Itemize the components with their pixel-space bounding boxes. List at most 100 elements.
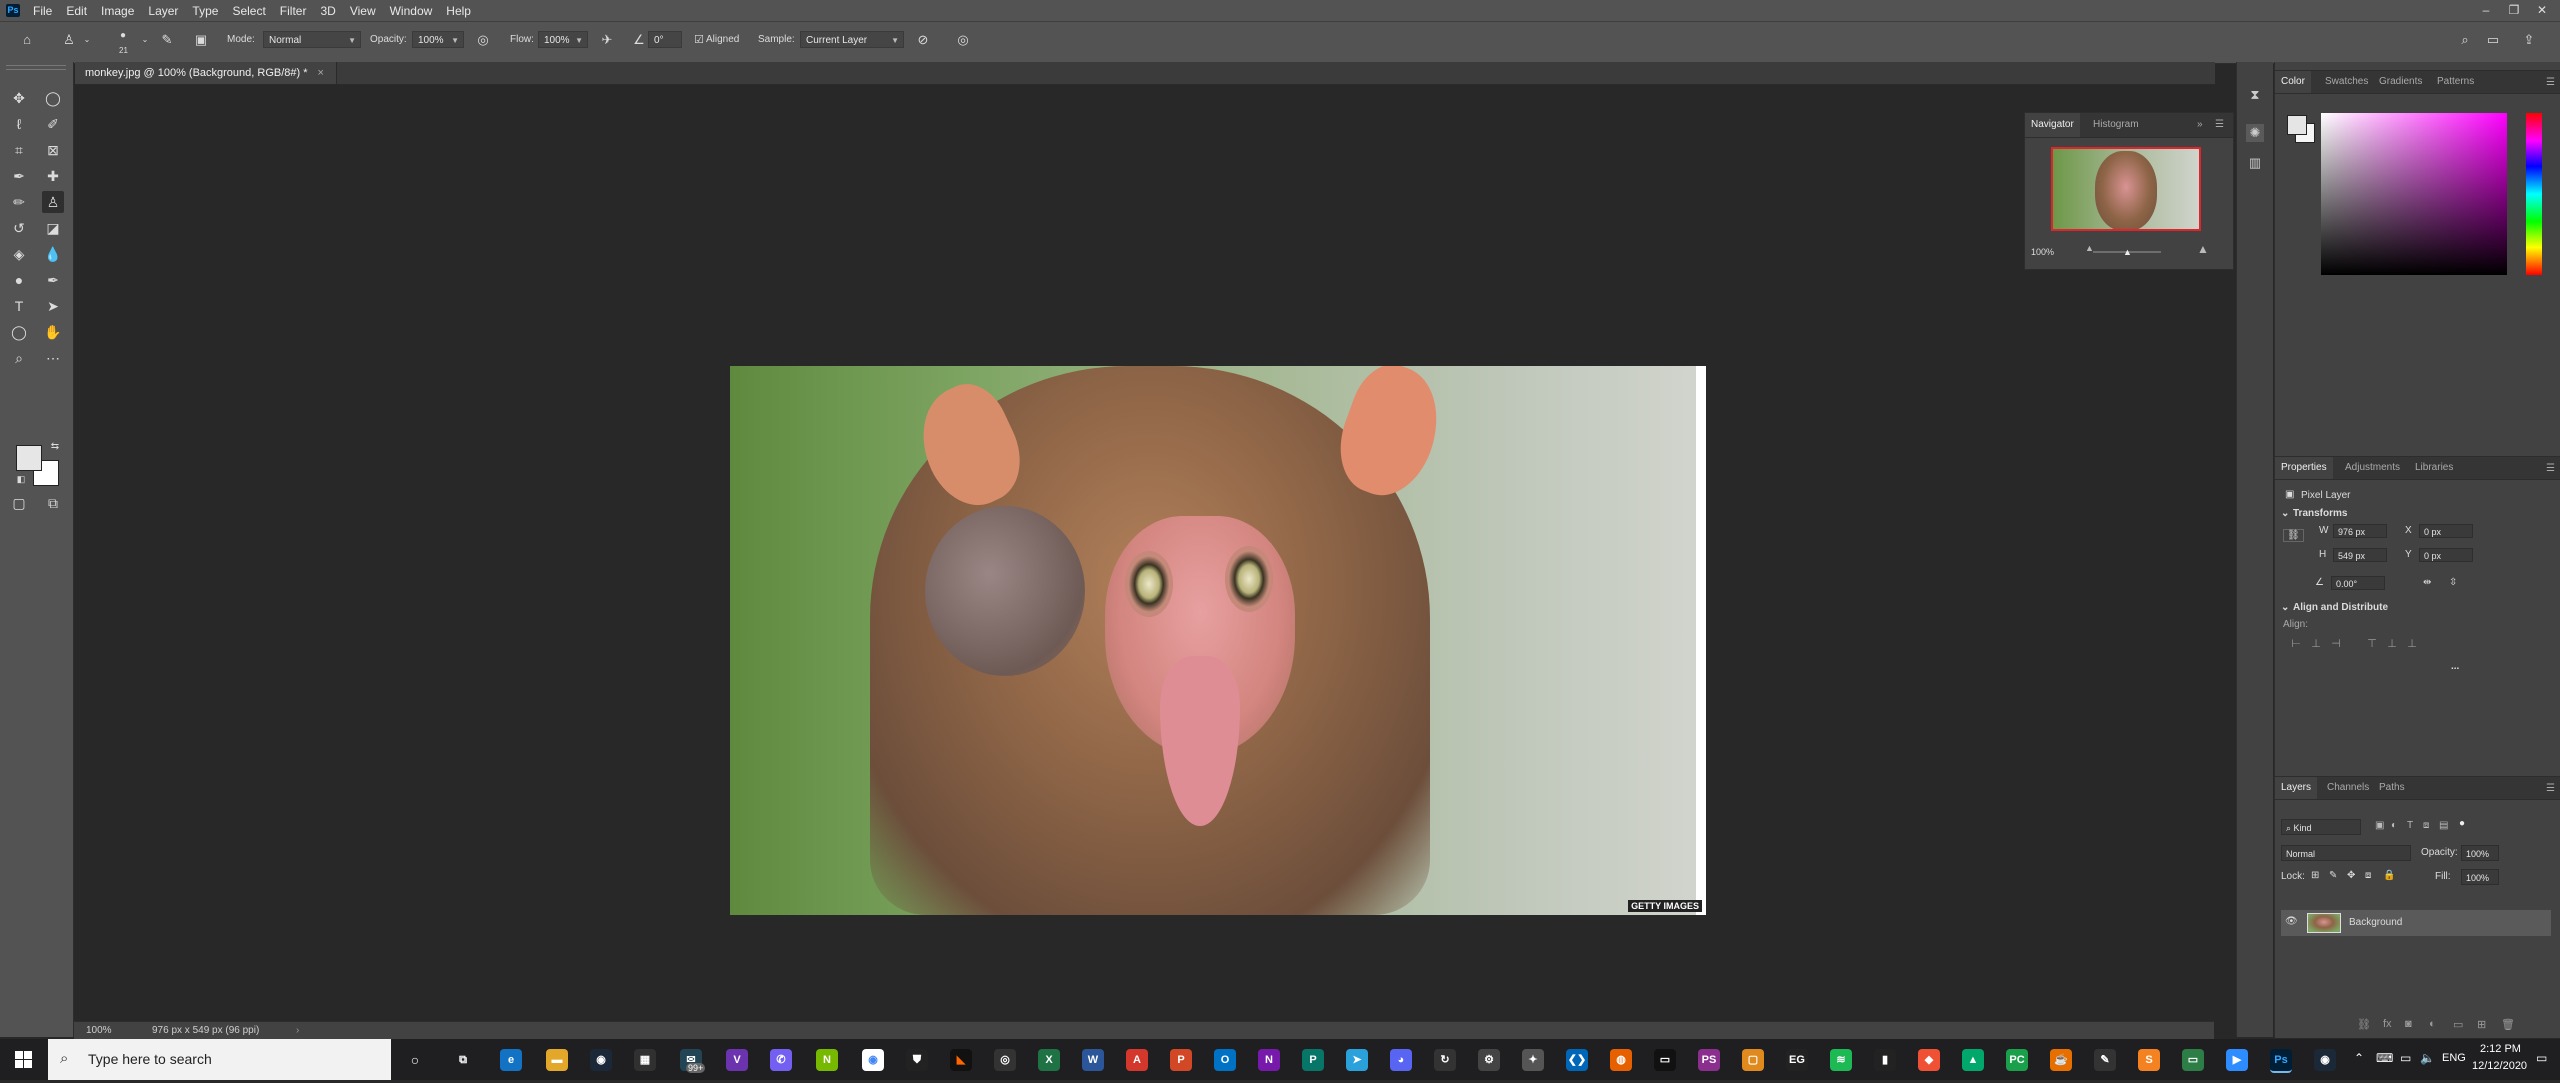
eraser-tool-icon[interactable]: ◪: [42, 217, 64, 239]
marquee-tool-icon[interactable]: ◯: [42, 87, 64, 109]
mode-select[interactable]: Normal ▼: [263, 31, 361, 48]
quick-selection-tool-icon[interactable]: ✐: [42, 113, 64, 135]
align-middle-v-icon[interactable]: ⊥: [2385, 637, 2399, 651]
document-tab[interactable]: monkey.jpg @ 100% (Background, RGB/8#) *…: [75, 62, 337, 84]
language-indicator[interactable]: ENG: [2442, 1052, 2466, 1064]
more-options-button[interactable]: ...: [2451, 661, 2459, 672]
airbrush-icon[interactable]: ✈: [598, 31, 616, 49]
fill-field[interactable]: 100%: [2461, 869, 2499, 885]
vscode-icon[interactable]: ❮❯: [1566, 1049, 1588, 1071]
frame-tool-icon[interactable]: ⊠: [42, 139, 64, 161]
healing-brush-tool-icon[interactable]: ✚: [42, 165, 64, 187]
paint-bucket-tool-icon[interactable]: ◈: [8, 243, 30, 265]
photoshop-taskbar-icon[interactable]: Ps: [2270, 1049, 2292, 1073]
zoom-slider-handle[interactable]: ▲: [2123, 247, 2132, 257]
more-tools-icon[interactable]: ⋯: [42, 347, 64, 369]
menu-layer[interactable]: Layer: [141, 4, 185, 18]
tab-swatches[interactable]: Swatches: [2319, 71, 2374, 93]
onenote-icon[interactable]: N: [1258, 1049, 1280, 1071]
lock-artboard-icon[interactable]: ⧈: [2365, 870, 2371, 881]
close-window-icon[interactable]: ✕: [2528, 0, 2556, 21]
history-panel-icon[interactable]: ⧗: [2246, 86, 2264, 104]
pen-tool-icon[interactable]: ✒: [42, 269, 64, 291]
zoom-meeting-icon[interactable]: ▶: [2226, 1049, 2248, 1071]
sublime-icon[interactable]: S: [2138, 1049, 2160, 1071]
chrome-icon[interactable]: ◉: [862, 1049, 884, 1071]
visibility-eye-icon[interactable]: 👁: [2285, 916, 2298, 927]
filter-smart-object-icon[interactable]: ▤: [2439, 820, 2448, 831]
transform-chevron-icon[interactable]: ⌄: [2281, 508, 2289, 519]
eyedropper-tool-icon[interactable]: ✒: [8, 165, 30, 187]
layer-row-background[interactable]: 👁 Background: [2281, 910, 2551, 936]
rotation-field[interactable]: 0.00°: [2331, 576, 2385, 590]
powerpoint-icon[interactable]: P: [1170, 1049, 1192, 1071]
steam-taskbar-icon[interactable]: ◉: [2314, 1049, 2336, 1071]
start-button[interactable]: [0, 1039, 47, 1080]
publisher-icon[interactable]: P: [1302, 1049, 1324, 1071]
quick-mask-icon[interactable]: ▢: [8, 492, 30, 514]
align-center-h-icon[interactable]: ⊥: [2309, 637, 2323, 651]
y-field[interactable]: 0 px: [2419, 548, 2473, 562]
network-icon[interactable]: ▭: [2400, 1051, 2411, 1065]
panel-grip[interactable]: [6, 65, 66, 70]
panel-menu-icon[interactable]: ☰: [2546, 463, 2555, 474]
navigator-thumbnail[interactable]: [2051, 147, 2201, 231]
zoom-tool-icon[interactable]: ⌕: [8, 347, 30, 369]
tool-preset-chevron-icon[interactable]: ⌄: [78, 31, 96, 49]
tab-libraries[interactable]: Libraries: [2409, 457, 2459, 479]
firefox-icon[interactable]: ◍: [1610, 1049, 1632, 1071]
excel-icon[interactable]: X: [1038, 1049, 1060, 1071]
panel-menu-icon[interactable]: ☰: [2546, 77, 2555, 88]
delete-layer-icon[interactable]: 🗑: [2501, 1018, 2515, 1031]
app-icon[interactable]: ◣: [950, 1049, 972, 1071]
align-left-icon[interactable]: ⊢: [2289, 637, 2303, 651]
menu-filter[interactable]: Filter: [273, 4, 314, 18]
visual-studio-icon[interactable]: V: [726, 1049, 748, 1071]
spotify-icon[interactable]: ≋: [1830, 1049, 1852, 1071]
blur-tool-icon[interactable]: 💧: [42, 243, 64, 265]
terminal-app-icon[interactable]: ▭: [2182, 1049, 2204, 1071]
tab-patterns[interactable]: Patterns: [2431, 71, 2480, 93]
sample-select[interactable]: Current Layer ▼: [800, 31, 904, 48]
search-icon[interactable]: ⌕: [2456, 31, 2474, 49]
path-selection-tool-icon[interactable]: ➤: [42, 295, 64, 317]
align-bottom-icon[interactable]: ⊥: [2405, 637, 2419, 651]
tab-navigator[interactable]: Navigator: [2025, 113, 2080, 137]
acrobat-icon[interactable]: A: [1126, 1049, 1148, 1071]
workspace-icon[interactable]: ▭: [2484, 31, 2502, 49]
hue-slider[interactable]: [2526, 113, 2542, 275]
flow-field[interactable]: 100% ▼: [538, 31, 588, 48]
close-tab-icon[interactable]: ×: [318, 67, 324, 79]
layer-mask-icon[interactable]: ◙: [2405, 1018, 2412, 1030]
x-field[interactable]: 0 px: [2419, 524, 2473, 538]
menu-help[interactable]: Help: [439, 4, 478, 18]
brush-settings-panel-icon[interactable]: ✺: [2246, 124, 2264, 142]
telegram-icon[interactable]: ➤: [1346, 1049, 1368, 1071]
blend-mode-select[interactable]: Normal: [2281, 845, 2411, 861]
new-layer-icon[interactable]: ⊞: [2477, 1018, 2486, 1031]
collapse-panel-icon[interactable]: »: [2191, 113, 2209, 137]
move-tool-icon[interactable]: ✥: [8, 87, 30, 109]
restore-icon[interactable]: ❐: [2500, 0, 2528, 21]
menu-view[interactable]: View: [343, 4, 383, 18]
screen-mode-icon[interactable]: ⧉: [42, 492, 64, 514]
dodge-tool-icon[interactable]: ●: [8, 269, 30, 291]
align-top-icon[interactable]: ⊤: [2365, 637, 2379, 651]
lock-all-icon[interactable]: 🔒: [2383, 870, 2395, 881]
tab-adjustments[interactable]: Adjustments: [2339, 457, 2406, 479]
git-icon[interactable]: ◆: [1918, 1049, 1940, 1071]
filter-type-icon[interactable]: T: [2407, 820, 2413, 831]
filter-toggle-icon[interactable]: ●: [2459, 818, 2465, 829]
viber-icon[interactable]: ✆: [770, 1049, 792, 1071]
panel-menu-icon[interactable]: ☰: [2209, 113, 2230, 137]
width-field[interactable]: 976 px: [2333, 524, 2387, 538]
status-arrow-icon[interactable]: ›: [296, 1022, 299, 1040]
phpstorm-icon[interactable]: PS: [1698, 1049, 1720, 1071]
file-explorer-icon[interactable]: ▬: [546, 1049, 568, 1071]
menu-edit[interactable]: Edit: [59, 4, 94, 18]
align-chevron-icon[interactable]: ⌄: [2281, 602, 2289, 613]
layer-name[interactable]: Background: [2349, 917, 2402, 928]
volume-icon[interactable]: 🔈: [2420, 1051, 2435, 1065]
package-icon[interactable]: ▢: [1742, 1049, 1764, 1071]
share-icon[interactable]: ⇪: [2520, 31, 2538, 49]
